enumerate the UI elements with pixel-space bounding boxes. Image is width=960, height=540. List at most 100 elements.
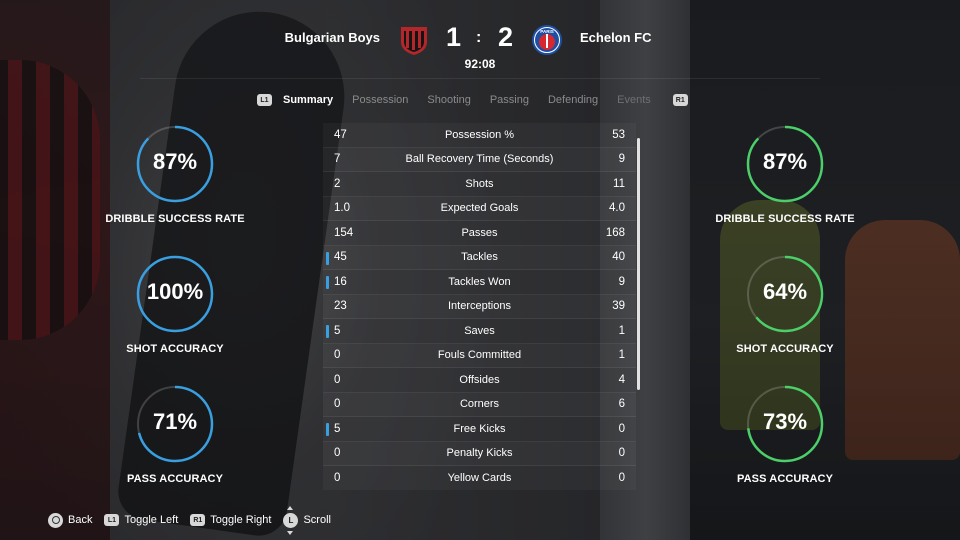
stat-away-value: 1 [618, 324, 625, 337]
match-clock: 92:08 [464, 57, 496, 71]
stat-home-value: 1.0 [334, 202, 350, 215]
away-dribble-value: 87% [762, 149, 808, 174]
toggle-right-hint[interactable]: R1 Toggle Right [190, 514, 271, 526]
stat-label: Shots [465, 177, 494, 190]
stat-row-penalty-kicks: 0 Penalty Kicks 0 [323, 441, 636, 466]
stat-row-tackles-won: 16 Tackles Won 9 [323, 270, 636, 295]
toggle-left-hint[interactable]: L1 Toggle Left [104, 514, 178, 526]
stat-row-yellow-cards: 0 Yellow Cards 0 [323, 466, 636, 490]
stat-row-saves: 5 Saves 1 [323, 319, 636, 344]
stat-label: Possession % [444, 128, 515, 141]
home-gauge-pass: 71% PASS ACCURACY [100, 384, 250, 485]
stat-label: Free Kicks [453, 422, 506, 435]
scroll-label: Scroll [303, 514, 331, 526]
stat-row-shots: 2 Shots 11 [323, 172, 636, 197]
left-stick-letter: L [288, 515, 294, 525]
stat-label: Expected Goals [440, 202, 519, 215]
match-stats-table[interactable]: 47 Possession % 53 7 Ball Recovery Time … [323, 123, 636, 490]
tab-shooting[interactable]: Shooting [427, 94, 470, 106]
stat-row-passes: 154 Passes 168 [323, 221, 636, 246]
stat-away-value: 39 [612, 300, 625, 313]
stat-row-expected-goals: 1.0 Expected Goals 4.0 [323, 196, 636, 221]
home-leader-marker [326, 423, 329, 436]
stat-away-value: 40 [612, 251, 625, 264]
stat-home-value: 5 [334, 324, 341, 337]
stat-away-value: 11 [613, 177, 625, 190]
stat-home-value: 5 [334, 422, 341, 435]
tab-passing[interactable]: Passing [490, 94, 529, 106]
away-team-crest-icon: PARIS [532, 25, 562, 55]
home-shot-label: SHOT ACCURACY [126, 343, 224, 355]
stat-row-ball-recovery: 7 Ball Recovery Time (Seconds) 9 [323, 147, 636, 172]
stats-tab-bar: L1 Summary Possession Shooting Passing D… [257, 92, 688, 108]
stat-label: Corners [459, 398, 500, 411]
r1-button-icon: R1 [190, 514, 206, 526]
stat-home-value: 0 [334, 349, 341, 362]
home-leader-marker [326, 325, 329, 338]
back-label: Back [68, 514, 93, 526]
tab-summary[interactable]: Summary [283, 94, 333, 106]
stat-away-value: 168 [605, 226, 625, 239]
stat-home-value: 47 [334, 128, 347, 141]
stat-row-corners: 0 Corners 6 [323, 392, 636, 417]
stat-home-value: 0 [334, 447, 341, 460]
stat-label: Tackles [461, 251, 498, 264]
stat-row-interceptions: 23 Interceptions 39 [323, 294, 636, 319]
stat-home-value: 45 [334, 251, 347, 264]
home-gauge-dribble: 87% DRIBBLE SUCCESS RATE [100, 124, 250, 225]
away-dribble-label: DRIBBLE SUCCESS RATE [715, 213, 855, 225]
stat-away-value: 4 [618, 373, 625, 386]
r1-button-icon[interactable]: R1 [672, 94, 688, 106]
away-gauge-pass: 73% PASS ACCURACY [710, 384, 860, 485]
stat-home-value: 16 [334, 275, 347, 288]
home-shot-value: 100% [146, 279, 204, 304]
back-hint[interactable]: Back [48, 512, 93, 528]
stat-away-value: 6 [618, 398, 625, 411]
tab-events[interactable]: Events [617, 94, 651, 106]
home-leader-marker [326, 276, 329, 289]
stat-away-value: 1 [618, 349, 625, 362]
stat-label: Passes [461, 226, 498, 239]
stat-label: Penalty Kicks [446, 447, 513, 460]
left-stick-icon: L [283, 505, 299, 535]
away-shot-value: 64% [762, 279, 808, 304]
stat-label: Interceptions [448, 300, 511, 313]
stat-row-fouls-committed: 0 Fouls Committed 1 [323, 343, 636, 368]
stat-row-free-kicks: 5 Free Kicks 0 [323, 417, 636, 442]
stats-scrollbar[interactable] [637, 138, 640, 390]
stat-home-value: 154 [334, 226, 354, 239]
tab-defending[interactable]: Defending [548, 94, 598, 106]
controller-hints: Back L1 Toggle Left R1 Toggle Right L Sc… [48, 505, 343, 535]
scroll-hint[interactable]: L Scroll [283, 505, 331, 535]
scoreboard-header: Bulgarian Boys 1 : 2 PARIS Echelon FC 92… [0, 0, 960, 80]
home-dribble-label: DRIBBLE SUCCESS RATE [105, 213, 245, 225]
stat-home-value: 0 [334, 471, 341, 484]
circle-button-icon [48, 512, 63, 528]
stat-label: Ball Recovery Time (Seconds) [405, 153, 554, 166]
l1-button-icon[interactable]: L1 [257, 94, 272, 106]
home-team-crest-icon [401, 27, 427, 55]
home-pass-label: PASS ACCURACY [126, 473, 224, 485]
header-divider [140, 78, 820, 79]
stat-label: Saves [464, 324, 495, 337]
home-score: 1 [446, 22, 462, 52]
home-pass-value: 71% [152, 409, 198, 434]
stat-home-value: 2 [334, 177, 341, 190]
stat-home-value: 23 [334, 300, 347, 313]
away-gauge-dribble: 87% DRIBBLE SUCCESS RATE [710, 124, 860, 225]
home-gauge-shot: 100% SHOT ACCURACY [100, 254, 250, 355]
away-shot-label: SHOT ACCURACY [736, 343, 834, 355]
home-leader-marker [326, 251, 329, 265]
away-pass-label: PASS ACCURACY [736, 473, 834, 485]
stat-row-offsides: 0 Offsides 4 [323, 368, 636, 393]
score-separator: : [476, 29, 482, 46]
l1-button-icon: L1 [104, 514, 120, 526]
away-crest-text: PARIS [540, 29, 553, 34]
stat-away-value: 9 [618, 153, 625, 166]
tab-possession[interactable]: Possession [352, 94, 408, 106]
home-team-name: Bulgarian Boys [284, 30, 380, 45]
away-team-name: Echelon FC [580, 30, 652, 45]
stat-away-value: 9 [618, 275, 625, 288]
stat-label: Tackles Won [448, 275, 511, 288]
stat-home-value: 0 [334, 398, 341, 411]
